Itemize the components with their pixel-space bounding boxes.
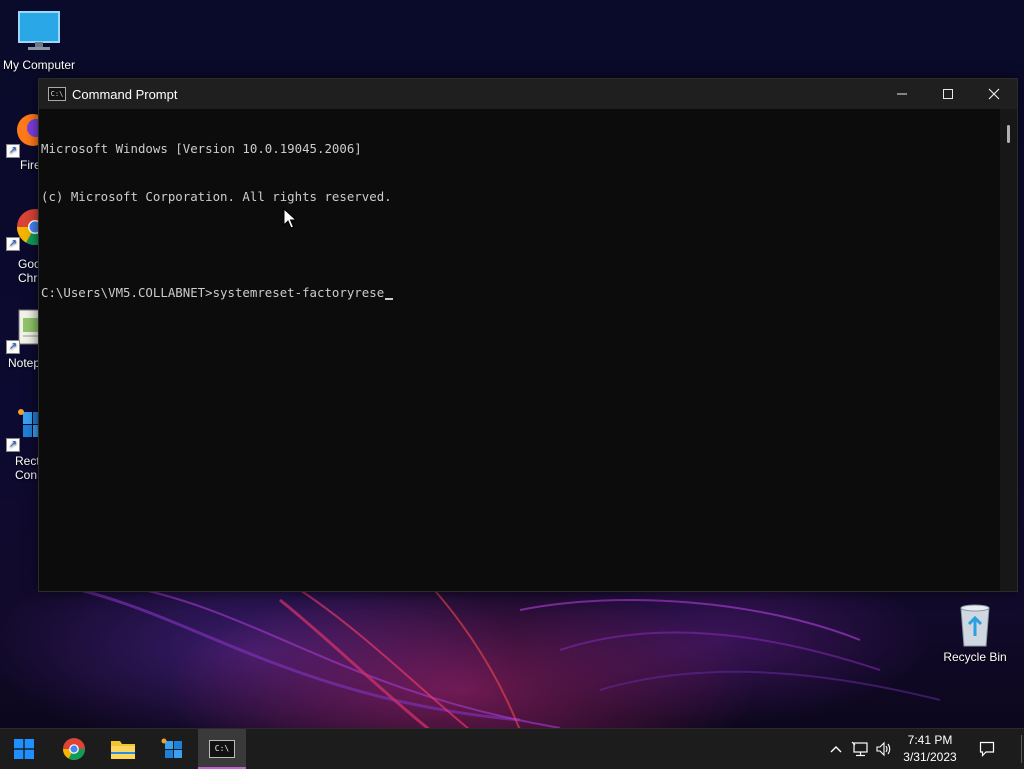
command-input-line[interactable]: C:\Users\VM5.COLLABNET>systemreset-facto…: [41, 285, 384, 300]
recycle-bin-icon: [953, 602, 997, 647]
taskbar-rect-app[interactable]: [148, 729, 196, 769]
shortcut-arrow-icon: ↗: [6, 340, 20, 354]
taskbar-clock[interactable]: 7:41 PM 3/31/2023: [898, 732, 962, 766]
command-prompt-icon: C:\: [48, 87, 66, 101]
text-cursor: [385, 298, 394, 300]
window-title: Command Prompt: [72, 86, 178, 102]
vertical-scrollbar[interactable]: [1000, 109, 1017, 591]
close-button[interactable]: [971, 79, 1017, 109]
shortcut-arrow-icon: ↗: [6, 144, 20, 158]
command-prompt-window[interactable]: C:\ Command Prompt Microsoft Windows [Ve…: [38, 78, 1018, 592]
taskbar: C:\ 7:41 PM 3/31/2023: [0, 728, 1024, 769]
network-icon: [851, 741, 868, 757]
desktop-icon-my-computer[interactable]: My Computer: [1, 10, 77, 72]
shortcut-arrow-icon: ↗: [6, 237, 20, 251]
command-prompt-icon: C:\: [209, 740, 235, 758]
taskbar-chrome[interactable]: [50, 729, 98, 769]
maximize-button[interactable]: [925, 79, 971, 109]
volume-icon: [876, 741, 891, 757]
mouse-pointer-icon: [283, 208, 297, 229]
desktop-icon-label: Rect: [15, 454, 40, 468]
title-bar[interactable]: C:\ Command Prompt: [39, 79, 1017, 109]
chrome-icon: [63, 738, 85, 760]
network-button[interactable]: [849, 729, 871, 769]
desktop-icon-label: Recycle Bin: [943, 650, 1007, 664]
minimize-button[interactable]: [879, 79, 925, 109]
desktop-icon-recycle-bin[interactable]: Recycle Bin: [937, 602, 1013, 664]
taskbar-file-explorer[interactable]: [99, 729, 147, 769]
clock-time: 7:41 PM: [907, 733, 953, 747]
close-icon: [988, 88, 1000, 100]
notification-center-button[interactable]: [976, 729, 998, 769]
file-explorer-icon: [111, 741, 135, 759]
desktop-icon-label: Notep: [8, 356, 41, 370]
maximize-icon: [943, 89, 953, 99]
scrollbar-thumb[interactable]: [1007, 125, 1010, 143]
volume-button[interactable]: [873, 729, 895, 769]
desktop-icon-label-line2: Con: [15, 468, 38, 482]
rect-app-icon: [161, 738, 182, 758]
monitor-icon: [17, 10, 61, 54]
desktop-icon-label: My Computer: [2, 58, 76, 72]
chevron-up-icon: [830, 746, 842, 753]
start-icon: [14, 739, 34, 759]
notification-icon: [979, 741, 995, 757]
console-line: Microsoft Windows [Version 10.0.19045.20…: [41, 141, 362, 156]
console-output[interactable]: Microsoft Windows [Version 10.0.19045.20…: [39, 109, 999, 591]
shortcut-arrow-icon: ↗: [6, 438, 20, 452]
clock-date: 3/31/2023: [903, 750, 957, 764]
wallpaper-swirls: [79, 584, 941, 730]
console-line: (c) Microsoft Corporation. All rights re…: [41, 189, 392, 204]
show-hidden-icons-button[interactable]: [826, 729, 846, 769]
minimize-icon: [897, 93, 907, 95]
start-button[interactable]: [0, 729, 48, 769]
taskbar-command-prompt[interactable]: C:\: [198, 729, 246, 769]
